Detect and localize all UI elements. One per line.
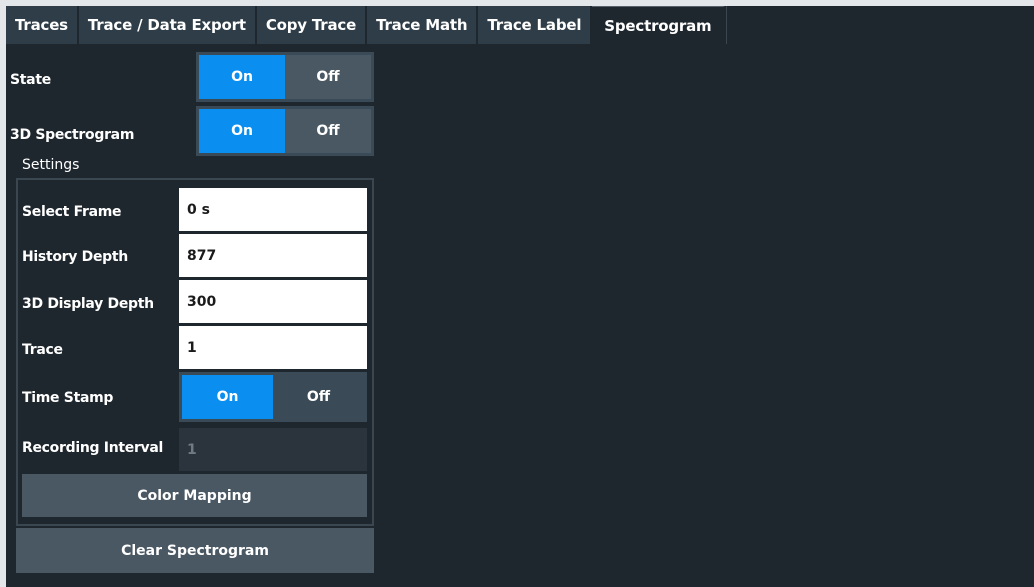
spectrogram-3d-on-option[interactable]: On xyxy=(199,109,285,153)
time-stamp-off-option[interactable]: Off xyxy=(273,375,364,419)
tab-trace-data-export[interactable]: Trace / Data Export xyxy=(78,6,257,44)
settings-group-title: Settings xyxy=(22,157,80,173)
recording-interval-label: Recording Interval xyxy=(22,440,164,456)
history-depth-field[interactable]: 877 xyxy=(179,234,367,277)
spectrogram-3d-off-option[interactable]: Off xyxy=(285,109,371,153)
state-label: State xyxy=(10,72,51,88)
select-frame-field[interactable]: 0 s xyxy=(179,188,367,231)
state-off-option[interactable]: Off xyxy=(285,55,371,99)
spectrogram-dialog: Traces Trace / Data Export Copy Trace Tr… xyxy=(6,6,1034,587)
time-stamp-label: Time Stamp xyxy=(22,390,114,406)
time-stamp-toggle[interactable]: On Off xyxy=(179,372,367,422)
tab-bar-empty xyxy=(726,6,913,44)
time-stamp-on-option[interactable]: On xyxy=(182,375,273,419)
history-depth-label: History Depth xyxy=(22,249,128,265)
state-on-option[interactable]: On xyxy=(199,55,285,99)
color-mapping-button[interactable]: Color Mapping xyxy=(22,474,367,517)
spectrogram-3d-toggle[interactable]: On Off xyxy=(196,106,374,156)
trace-label: Trace xyxy=(22,342,63,358)
recording-interval-field: 1 xyxy=(179,428,367,471)
spectrogram-3d-label: 3D Spectrogram xyxy=(10,127,135,143)
tab-bar: Traces Trace / Data Export Copy Trace Tr… xyxy=(6,6,1034,44)
display-depth-3d-field[interactable]: 300 xyxy=(179,280,367,323)
trace-field[interactable]: 1 xyxy=(179,326,367,369)
state-toggle[interactable]: On Off xyxy=(196,52,374,102)
display-depth-3d-label: 3D Display Depth xyxy=(22,296,154,312)
select-frame-label: Select Frame xyxy=(22,204,122,220)
tab-traces[interactable]: Traces xyxy=(6,6,79,44)
tab-copy-trace[interactable]: Copy Trace xyxy=(256,6,368,44)
clear-spectrogram-button[interactable]: Clear Spectrogram xyxy=(16,528,374,573)
tab-spectrogram[interactable]: Spectrogram xyxy=(592,6,726,44)
tab-trace-math[interactable]: Trace Math xyxy=(367,6,479,44)
tab-trace-label[interactable]: Trace Label xyxy=(478,6,593,44)
